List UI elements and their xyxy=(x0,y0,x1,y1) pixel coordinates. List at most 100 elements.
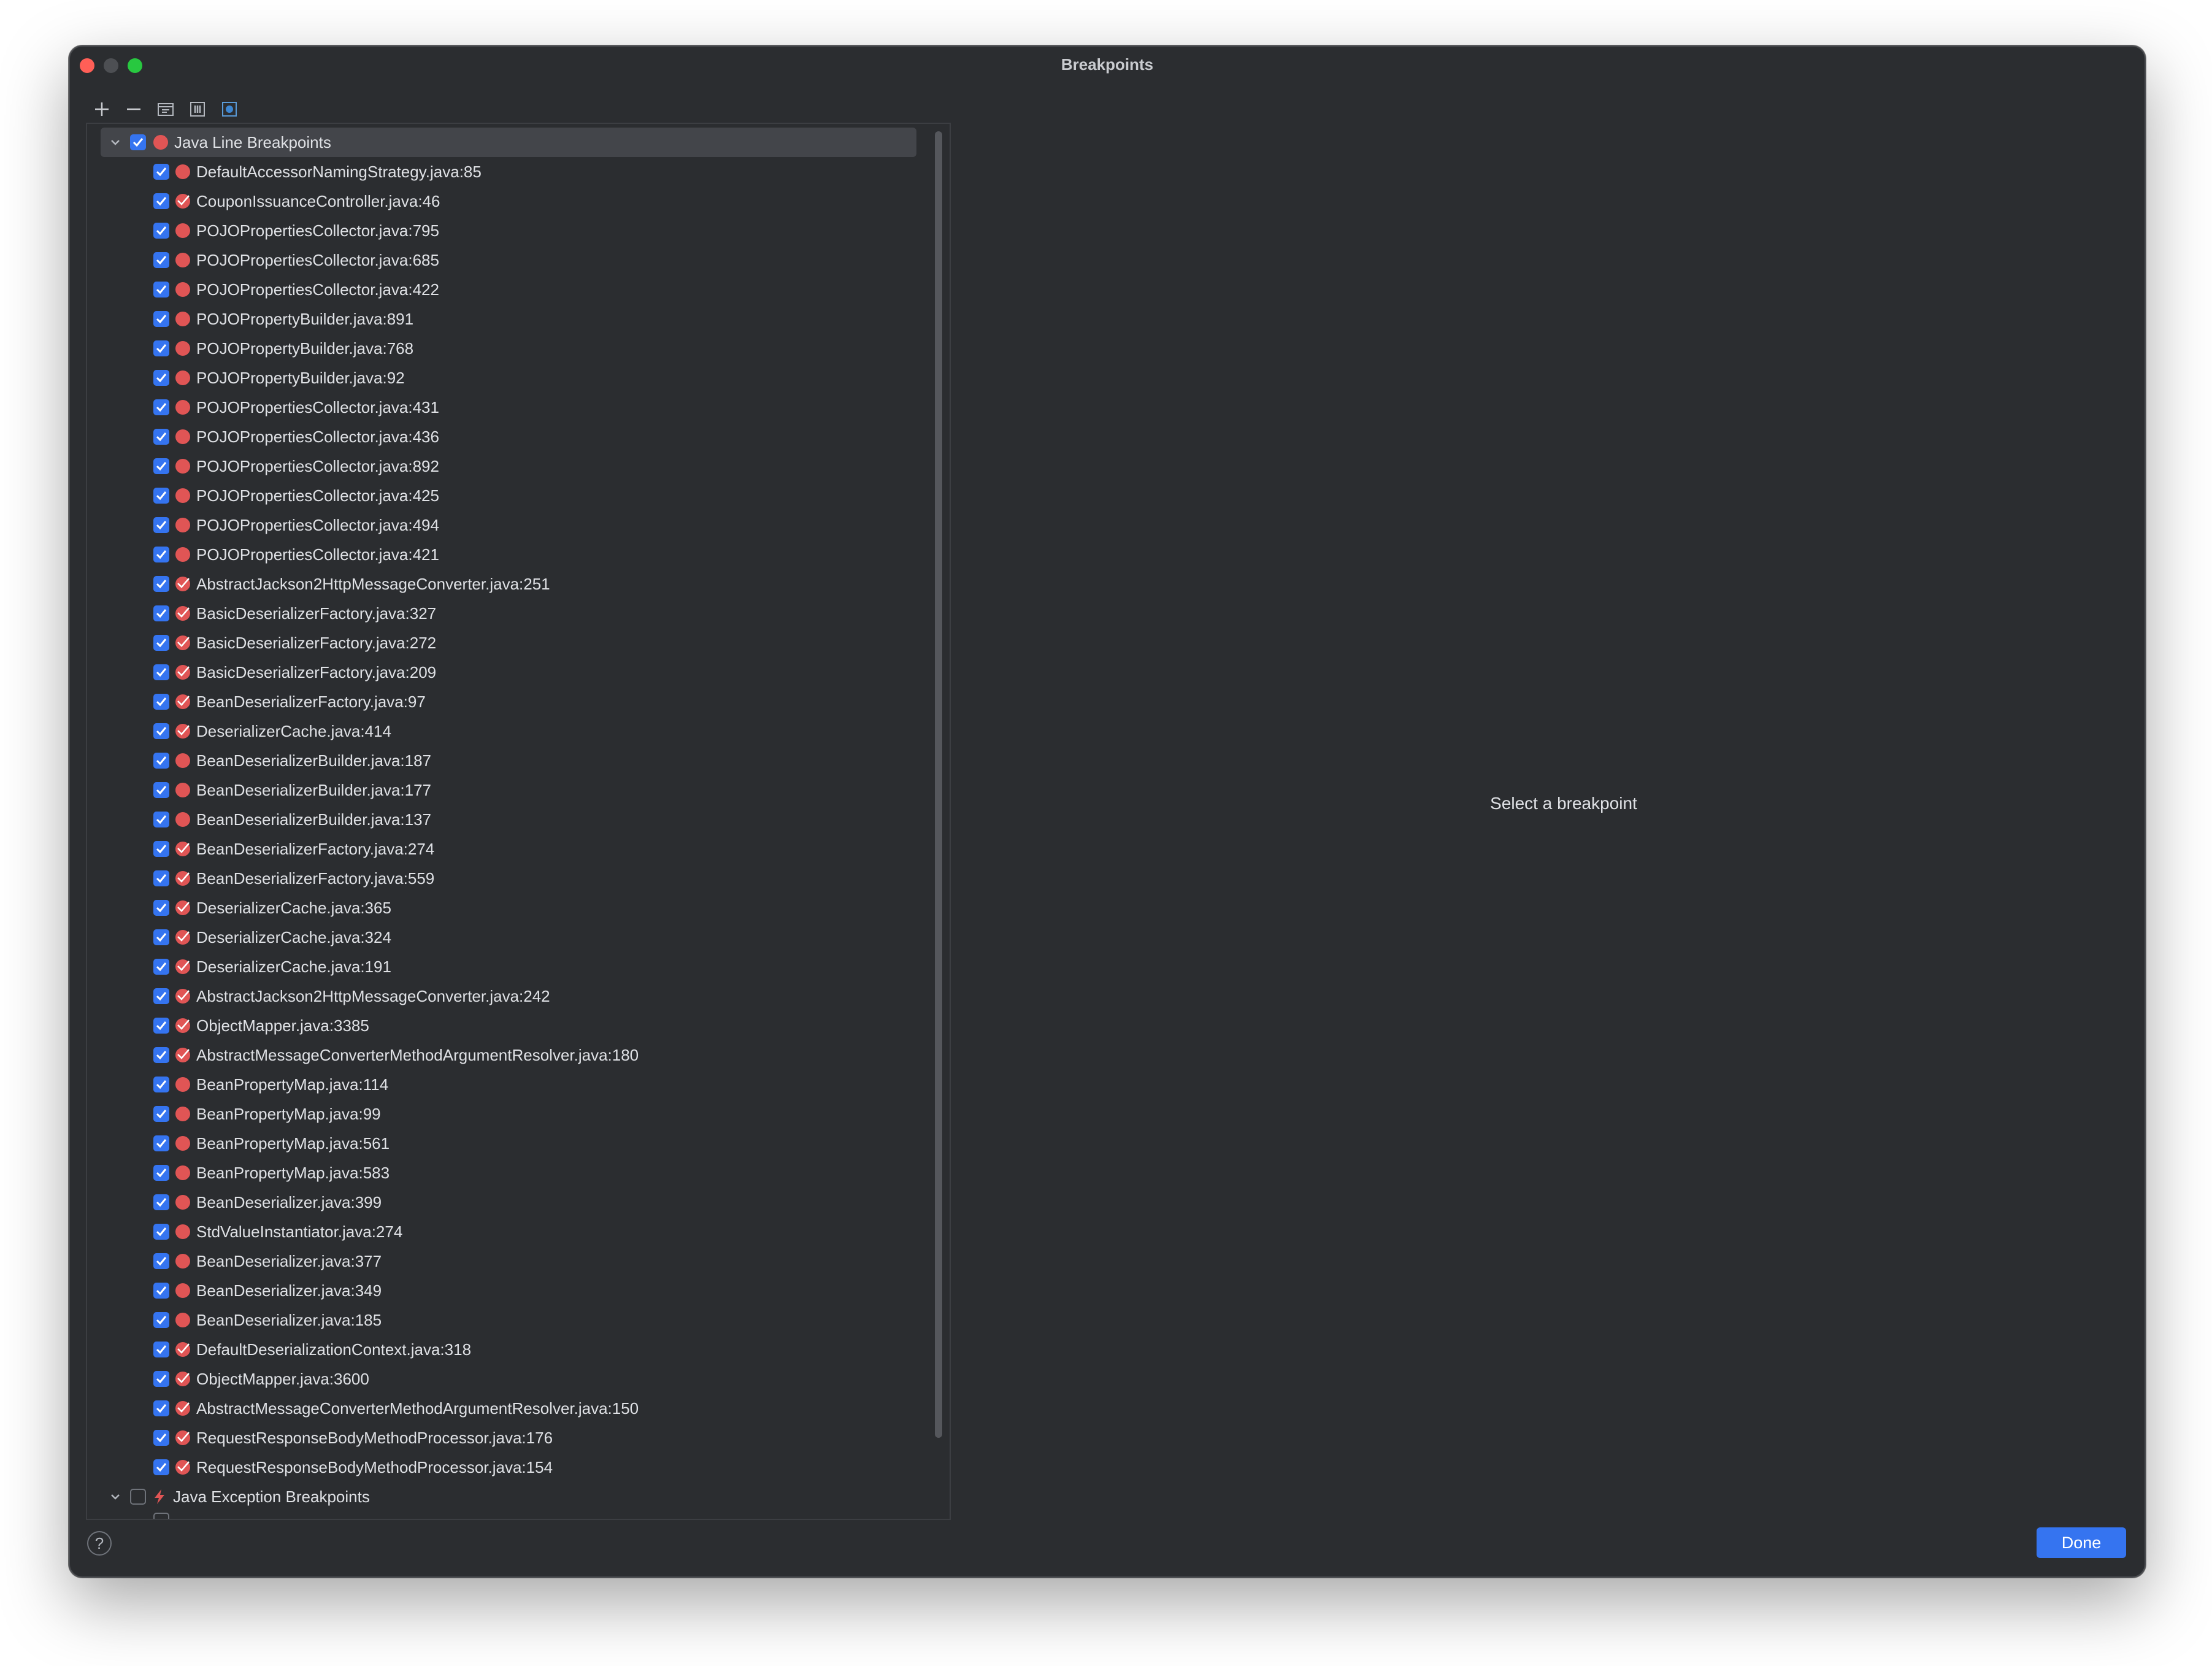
breakpoint-row[interactable]: POJOPropertyBuilder.java:768 xyxy=(87,334,921,363)
tree-group-java-exception-breakpoints[interactable]: Java Exception Breakpoints xyxy=(87,1482,921,1511)
row-checkbox[interactable] xyxy=(153,1459,169,1475)
breakpoint-row[interactable]: POJOPropertiesCollector.java:431 xyxy=(87,393,921,422)
breakpoint-row[interactable]: POJOPropertiesCollector.java:436 xyxy=(87,422,921,451)
row-checkbox[interactable] xyxy=(153,841,169,857)
breakpoint-row[interactable]: BeanDeserializerBuilder.java:187 xyxy=(87,746,921,775)
help-button[interactable]: ? xyxy=(87,1531,112,1556)
breakpoint-row[interactable]: DefaultDeserializationContext.java:318 xyxy=(87,1335,921,1364)
breakpoint-row[interactable]: DeserializerCache.java:365 xyxy=(87,893,921,923)
row-checkbox[interactable] xyxy=(153,252,169,268)
row-checkbox[interactable] xyxy=(153,723,169,739)
row-checkbox[interactable] xyxy=(153,547,169,562)
row-checkbox[interactable] xyxy=(153,782,169,798)
group-by-package-button[interactable] xyxy=(152,96,179,123)
row-checkbox[interactable] xyxy=(153,1342,169,1357)
row-checkbox[interactable] xyxy=(153,1430,169,1446)
breakpoint-row[interactable]: ObjectMapper.java:3385 xyxy=(87,1011,921,1040)
row-checkbox[interactable] xyxy=(153,1106,169,1122)
row-checkbox[interactable] xyxy=(153,664,169,680)
breakpoint-row[interactable]: BeanDeserializerFactory.java:559 xyxy=(87,864,921,893)
row-checkbox[interactable] xyxy=(153,458,169,474)
breakpoint-row[interactable]: CouponIssuanceController.java:46 xyxy=(87,186,921,216)
breakpoint-row[interactable]: DeserializerCache.java:191 xyxy=(87,952,921,981)
breakpoint-row[interactable]: POJOPropertyBuilder.java:891 xyxy=(87,304,921,334)
breakpoint-row[interactable]: DeserializerCache.java:414 xyxy=(87,716,921,746)
tree-scrollbar[interactable] xyxy=(935,131,942,1438)
breakpoint-row[interactable]: BasicDeserializerFactory.java:209 xyxy=(87,658,921,687)
row-checkbox[interactable] xyxy=(153,988,169,1004)
breakpoint-row[interactable]: DefaultAccessorNamingStrategy.java:85 xyxy=(87,157,921,186)
remove-breakpoint-button[interactable] xyxy=(120,96,147,123)
breakpoint-row[interactable]: BeanDeserializerFactory.java:274 xyxy=(87,834,921,864)
breakpoint-row[interactable]: AbstractMessageConverterMethodArgumentRe… xyxy=(87,1040,921,1070)
breakpoints-tree[interactable]: Java Line Breakpoints DefaultAccessorNam… xyxy=(86,123,951,1520)
row-checkbox[interactable] xyxy=(153,929,169,945)
row-checkbox[interactable] xyxy=(153,1077,169,1092)
add-breakpoint-button[interactable] xyxy=(88,96,115,123)
row-checkbox[interactable] xyxy=(153,1513,169,1519)
tree-group-java-line-breakpoints[interactable]: Java Line Breakpoints xyxy=(101,128,916,157)
breakpoint-row[interactable]: BeanPropertyMap.java:114 xyxy=(87,1070,921,1099)
row-checkbox[interactable] xyxy=(153,1312,169,1328)
row-checkbox[interactable] xyxy=(153,311,169,327)
row-checkbox[interactable] xyxy=(153,399,169,415)
breakpoint-row[interactable]: BasicDeserializerFactory.java:327 xyxy=(87,599,921,628)
group-checkbox[interactable] xyxy=(130,1489,146,1505)
breakpoint-row[interactable]: BeanDeserializer.java:377 xyxy=(87,1246,921,1276)
breakpoint-row[interactable]: BeanDeserializerBuilder.java:177 xyxy=(87,775,921,805)
breakpoint-row[interactable]: StdValueInstantiator.java:274 xyxy=(87,1217,921,1246)
row-checkbox[interactable] xyxy=(153,1400,169,1416)
row-checkbox[interactable] xyxy=(153,1135,169,1151)
row-checkbox[interactable] xyxy=(153,812,169,827)
chevron-down-icon[interactable] xyxy=(107,134,124,151)
row-checkbox[interactable] xyxy=(153,1283,169,1299)
breakpoint-row[interactable]: POJOPropertiesCollector.java:421 xyxy=(87,540,921,569)
breakpoint-row[interactable]: BeanDeserializerBuilder.java:137 xyxy=(87,805,921,834)
breakpoint-row[interactable]: POJOPropertiesCollector.java:795 xyxy=(87,216,921,245)
row-checkbox[interactable] xyxy=(153,870,169,886)
breakpoint-row[interactable]: BeanPropertyMap.java:561 xyxy=(87,1129,921,1158)
group-checkbox[interactable] xyxy=(130,134,146,150)
breakpoint-row[interactable]: AbstractJackson2HttpMessageConverter.jav… xyxy=(87,569,921,599)
breakpoint-row[interactable]: BasicDeserializerFactory.java:272 xyxy=(87,628,921,658)
breakpoint-row[interactable]: POJOPropertyBuilder.java:92 xyxy=(87,363,921,393)
breakpoint-row[interactable]: BeanDeserializer.java:349 xyxy=(87,1276,921,1305)
row-checkbox[interactable] xyxy=(153,1018,169,1034)
breakpoint-row[interactable]: POJOPropertiesCollector.java:494 xyxy=(87,510,921,540)
breakpoint-row[interactable]: POJOPropertiesCollector.java:892 xyxy=(87,451,921,481)
row-checkbox[interactable] xyxy=(153,959,169,975)
done-button[interactable]: Done xyxy=(2037,1527,2126,1558)
row-checkbox[interactable] xyxy=(153,576,169,592)
breakpoint-row[interactable]: BeanDeserializer.java:185 xyxy=(87,1305,921,1335)
row-checkbox[interactable] xyxy=(153,193,169,209)
breakpoint-row[interactable]: BeanDeserializer.java:399 xyxy=(87,1188,921,1217)
row-checkbox[interactable] xyxy=(153,1165,169,1181)
breakpoint-row[interactable]: ObjectMapper.java:3600 xyxy=(87,1364,921,1394)
row-checkbox[interactable] xyxy=(153,694,169,710)
group-by-class-button[interactable] xyxy=(216,96,243,123)
breakpoint-row[interactable]: BeanPropertyMap.java:583 xyxy=(87,1158,921,1188)
row-checkbox[interactable] xyxy=(153,517,169,533)
row-checkbox[interactable] xyxy=(153,753,169,769)
row-checkbox[interactable] xyxy=(153,605,169,621)
breakpoint-row[interactable]: POJOPropertiesCollector.java:425 xyxy=(87,481,921,510)
row-checkbox[interactable] xyxy=(153,282,169,298)
breakpoint-row[interactable]: BeanPropertyMap.java:99 xyxy=(87,1099,921,1129)
row-checkbox[interactable] xyxy=(153,1371,169,1387)
row-checkbox[interactable] xyxy=(153,1047,169,1063)
row-checkbox[interactable] xyxy=(153,1194,169,1210)
breakpoint-row[interactable]: AbstractMessageConverterMethodArgumentRe… xyxy=(87,1394,921,1423)
row-checkbox[interactable] xyxy=(153,370,169,386)
row-checkbox[interactable] xyxy=(153,488,169,504)
breakpoint-row[interactable]: AbstractJackson2HttpMessageConverter.jav… xyxy=(87,981,921,1011)
row-checkbox[interactable] xyxy=(153,164,169,180)
row-checkbox[interactable] xyxy=(153,223,169,239)
row-checkbox[interactable] xyxy=(153,1224,169,1240)
row-checkbox[interactable] xyxy=(153,900,169,916)
row-checkbox[interactable] xyxy=(153,635,169,651)
breakpoint-row[interactable]: BeanDeserializerFactory.java:97 xyxy=(87,687,921,716)
breakpoint-row[interactable]: POJOPropertiesCollector.java:422 xyxy=(87,275,921,304)
row-checkbox[interactable] xyxy=(153,429,169,445)
breakpoint-row[interactable]: RequestResponseBodyMethodProcessor.java:… xyxy=(87,1423,921,1453)
breakpoint-row[interactable]: RequestResponseBodyMethodProcessor.java:… xyxy=(87,1453,921,1482)
